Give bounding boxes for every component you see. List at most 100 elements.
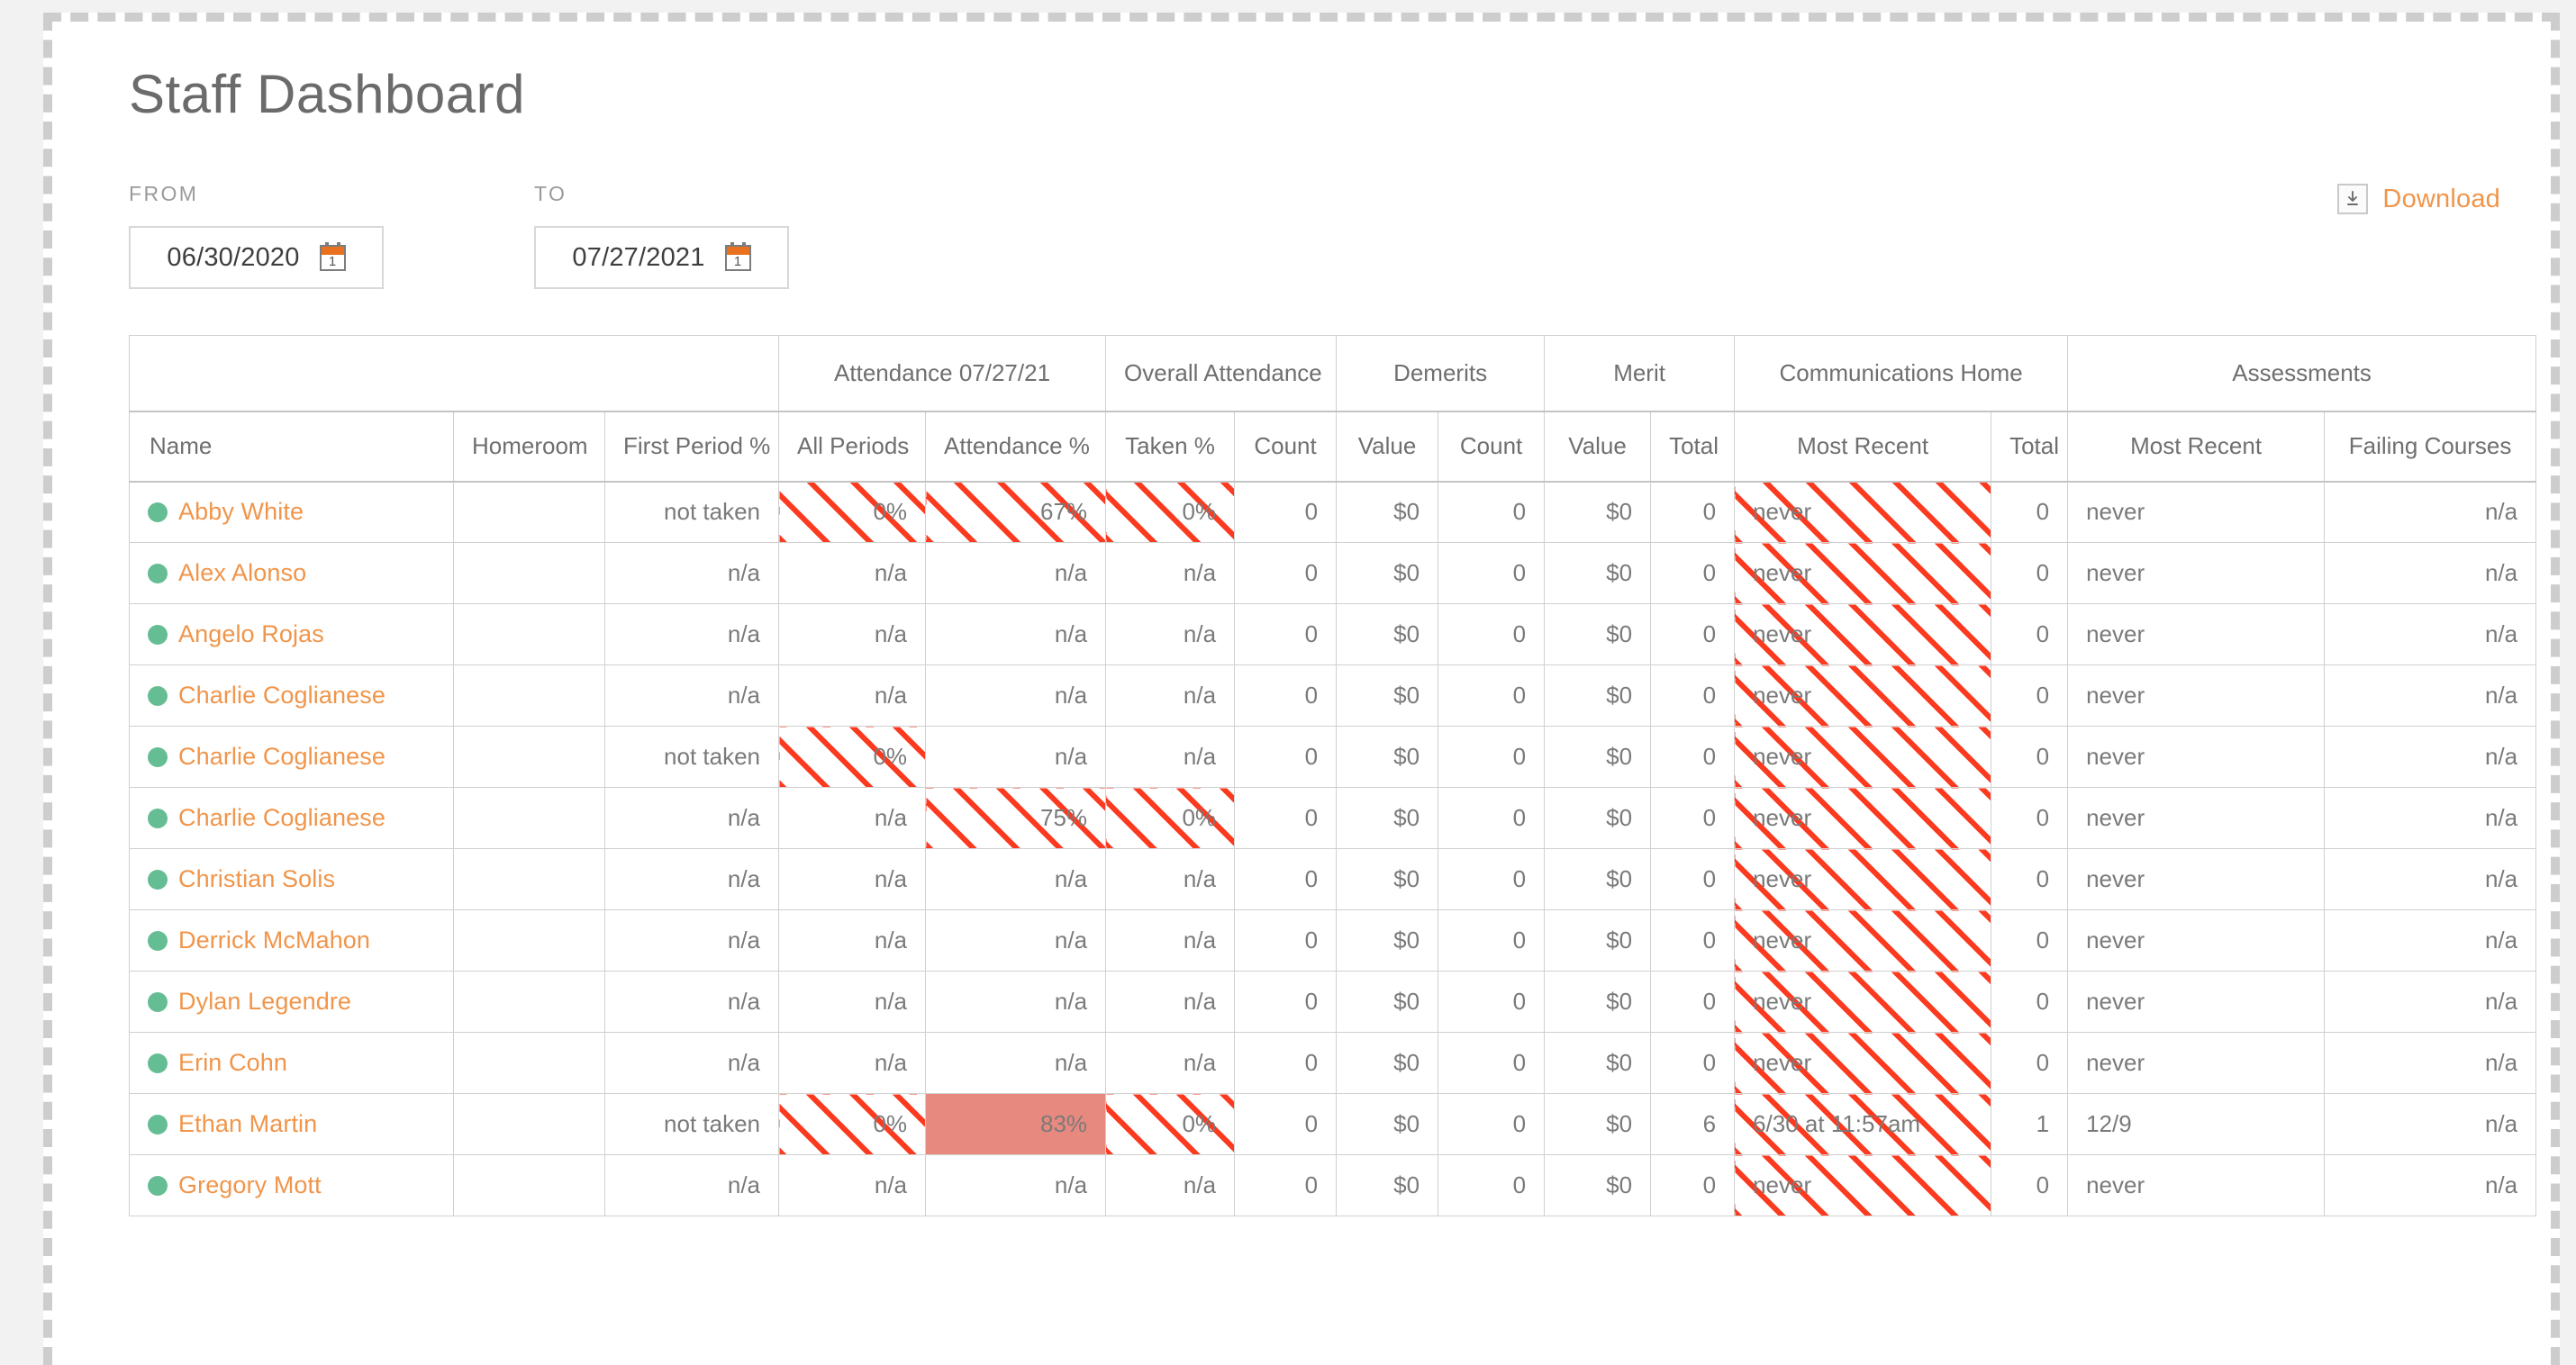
cell-demerit-value: $0	[1337, 604, 1438, 665]
table-row[interactable]: Abby Whitenot taken0%67%0%0$00$00never0n…	[130, 482, 2536, 543]
column-header-demerit-value[interactable]: Value	[1337, 411, 1438, 482]
staff-name-link[interactable]: Christian Solis	[178, 865, 335, 893]
cell-name[interactable]: Gregory Mott	[130, 1155, 454, 1216]
cell-all-periods: n/a	[779, 665, 926, 727]
cell-name[interactable]: Charlie Coglianese	[130, 665, 454, 727]
staff-name-link[interactable]: Charlie Coglianese	[178, 743, 385, 771]
cell-all-periods: 0%	[779, 727, 926, 788]
cell-name[interactable]: Angelo Rojas	[130, 604, 454, 665]
cell-merit-count: 0	[1438, 849, 1545, 910]
table-row[interactable]: Erin Cohnn/an/an/an/a0$00$00never0nevern…	[130, 1033, 2536, 1094]
cell-demerit-count: 0	[1235, 482, 1337, 543]
column-header-homeroom[interactable]: Homeroom	[454, 411, 605, 482]
page-content: Staff Dashboard FROM 06/30/2020 TO 07/27…	[52, 22, 2551, 1365]
cell-comm-most-recent: never	[1735, 1155, 1991, 1216]
column-header-attendance-pct[interactable]: Attendance %	[926, 411, 1106, 482]
cell-name[interactable]: Charlie Coglianese	[130, 788, 454, 849]
column-header-all-periods[interactable]: All Periods	[779, 411, 926, 482]
to-date-input[interactable]: 07/27/2021	[534, 226, 789, 289]
cell-demerit-value: $0	[1337, 972, 1438, 1033]
cell-demerit-count: 0	[1235, 727, 1337, 788]
status-dot-icon	[148, 870, 168, 890]
table-row[interactable]: Charlie Coglianesenot taken0%n/an/a0$00$…	[130, 727, 2536, 788]
table-row[interactable]: Gregory Mottn/an/an/an/a0$00$00never0nev…	[130, 1155, 2536, 1216]
column-header-taken-pct[interactable]: Taken %	[1106, 411, 1235, 482]
staff-name-link[interactable]: Dylan Legendre	[178, 988, 351, 1016]
cell-demerit-value: $0	[1337, 1094, 1438, 1155]
cell-demerit-value: $0	[1337, 849, 1438, 910]
column-header-first-period[interactable]: First Period %	[605, 411, 779, 482]
table-row[interactable]: Angelo Rojasn/an/an/an/a0$00$00never0nev…	[130, 604, 2536, 665]
table-row[interactable]: Christian Solisn/an/an/an/a0$00$00never0…	[130, 849, 2536, 910]
from-date-input[interactable]: 06/30/2020	[129, 226, 384, 289]
cell-comm-most-recent: never	[1735, 727, 1991, 788]
cell-name[interactable]: Abby White	[130, 482, 454, 543]
cell-failing-courses: n/a	[2325, 1033, 2536, 1094]
table-body: Abby Whitenot taken0%67%0%0$00$00never0n…	[130, 482, 2536, 1216]
group-header-overall-attendance: Overall Attendance	[1106, 336, 1337, 411]
cell-assess-most-recent: never	[2068, 972, 2325, 1033]
cell-name[interactable]: Dylan Legendre	[130, 972, 454, 1033]
staff-name-link[interactable]: Derrick McMahon	[178, 927, 370, 954]
staff-name-link[interactable]: Charlie Coglianese	[178, 804, 385, 832]
cell-merit-count: 0	[1438, 1155, 1545, 1216]
cell-all-periods: n/a	[779, 543, 926, 604]
column-header-merit-value[interactable]: Value	[1545, 411, 1651, 482]
column-header-demerit-count[interactable]: Count	[1235, 411, 1337, 482]
cell-taken-pct: n/a	[1106, 849, 1235, 910]
table-row[interactable]: Ethan Martinnot taken0%83%0%0$00$066/30 …	[130, 1094, 2536, 1155]
cell-name[interactable]: Charlie Coglianese	[130, 727, 454, 788]
staff-name-link[interactable]: Gregory Mott	[178, 1171, 322, 1199]
cell-failing-courses: n/a	[2325, 972, 2536, 1033]
staff-name-link[interactable]: Ethan Martin	[178, 1110, 317, 1138]
table-row[interactable]: Charlie Coglianesen/an/an/an/a0$00$00nev…	[130, 665, 2536, 727]
column-header-assess-most-recent[interactable]: Most Recent	[2068, 411, 2325, 482]
staff-name-link[interactable]: Erin Cohn	[178, 1049, 287, 1077]
cell-name[interactable]: Derrick McMahon	[130, 910, 454, 972]
cell-name[interactable]: Ethan Martin	[130, 1094, 454, 1155]
download-button[interactable]: Download	[2337, 184, 2500, 214]
table-row[interactable]: Charlie Coglianesen/an/a75%0%0$00$00neve…	[130, 788, 2536, 849]
staff-name-link[interactable]: Charlie Coglianese	[178, 682, 385, 710]
column-header-assess-total[interactable]: Total	[1991, 411, 2068, 482]
cell-comm-most-recent: never	[1735, 849, 1991, 910]
staff-name-link[interactable]: Angelo Rojas	[178, 620, 324, 648]
staff-name-link[interactable]: Alex Alonso	[178, 559, 306, 587]
cell-all-periods: n/a	[779, 1155, 926, 1216]
column-header-merit-count[interactable]: Count	[1438, 411, 1545, 482]
table-row[interactable]: Derrick McMahonn/an/an/an/a0$00$00never0…	[130, 910, 2536, 972]
cell-taken-pct: 0%	[1106, 1094, 1235, 1155]
cell-failing-courses: n/a	[2325, 1155, 2536, 1216]
calendar-icon[interactable]	[725, 245, 751, 271]
column-header-failing-courses[interactable]: Failing Courses	[2325, 411, 2536, 482]
table-row[interactable]: Dylan Legendren/an/an/an/a0$00$00never0n…	[130, 972, 2536, 1033]
column-header-comm-total[interactable]: Total	[1651, 411, 1735, 482]
cell-assess-total: 0	[1991, 543, 2068, 604]
cell-merit-value: $0	[1545, 1155, 1651, 1216]
cell-name[interactable]: Alex Alonso	[130, 543, 454, 604]
cell-first-period: n/a	[605, 1033, 779, 1094]
staff-table-wrapper: Attendance 07/27/21 Overall Attendance D…	[129, 335, 2535, 1216]
status-dot-icon	[148, 931, 168, 951]
cell-all-periods: n/a	[779, 1033, 926, 1094]
cell-attendance-pct: n/a	[926, 849, 1106, 910]
cell-merit-value: $0	[1545, 972, 1651, 1033]
cell-assess-most-recent: never	[2068, 665, 2325, 727]
cell-name[interactable]: Christian Solis	[130, 849, 454, 910]
cell-homeroom	[454, 1094, 605, 1155]
status-dot-icon	[148, 564, 168, 583]
cell-failing-courses: n/a	[2325, 604, 2536, 665]
status-dot-icon	[148, 502, 168, 522]
column-header-comm-most-recent[interactable]: Most Recent	[1735, 411, 1991, 482]
cell-name[interactable]: Erin Cohn	[130, 1033, 454, 1094]
cell-comm-total: 0	[1651, 849, 1735, 910]
table-row[interactable]: Alex Alonson/an/an/an/a0$00$00never0neve…	[130, 543, 2536, 604]
cell-all-periods: n/a	[779, 910, 926, 972]
cell-demerit-count: 0	[1235, 604, 1337, 665]
cell-first-period: n/a	[605, 665, 779, 727]
column-header-name[interactable]: Name	[130, 411, 454, 482]
cell-first-period: n/a	[605, 543, 779, 604]
calendar-icon[interactable]	[320, 245, 346, 271]
cell-all-periods: n/a	[779, 972, 926, 1033]
staff-name-link[interactable]: Abby White	[178, 498, 304, 526]
